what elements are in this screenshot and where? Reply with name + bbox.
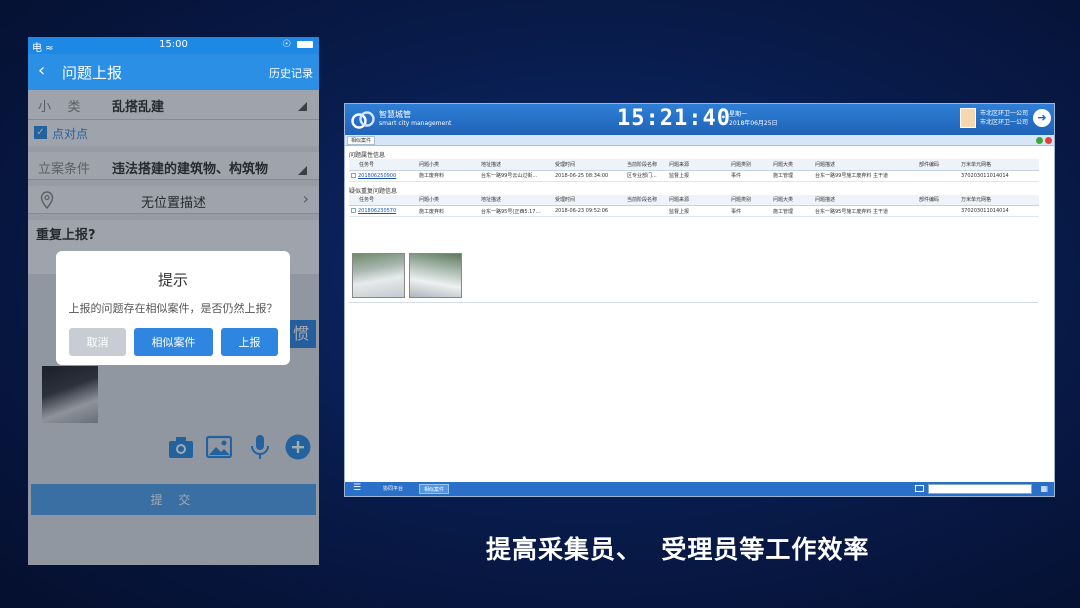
user-org-line2: 市北区环卫一公司 (979, 119, 1028, 126)
phone-nav-bar: ‹ 问题上报 历史记录 (28, 54, 319, 90)
content-divider (349, 302, 1038, 303)
problem-attributes-table: 任务号 问题小类 地址描述 受理时间 当前阶段名称 问题来源 问题类别 问题大类 问题描述 部件编… (349, 159, 1039, 182)
status-time: 15:00 (159, 39, 188, 50)
task-number-link[interactable]: 201806250900 (358, 173, 396, 179)
suspected-duplicates-table: 任务号 问题小类 地址描述 受理时间 当前阶段名称 问题来源 问题类别 问题大类 问题描述 部件编… (349, 194, 1039, 217)
condition-value: 违法搭建的建筑物、构筑物 (112, 162, 269, 177)
taskbar-tab-similar[interactable]: 相似案件 (419, 484, 450, 494)
table-row[interactable]: 201806250900 施工废弃料 台东一路99号云山过街... 2018-06-… (349, 170, 1039, 182)
weekday: 星期一 (729, 111, 748, 118)
task-number-link[interactable]: 201806230570 (358, 208, 396, 214)
location-value: 无位置描述 (140, 196, 206, 211)
dropdown-triangle-icon (298, 166, 307, 175)
table-row[interactable]: 201806230570 施工废弃料 台东一路95号(正西5.17... 2018-… (349, 205, 1039, 217)
history-link[interactable]: 历史记录 (269, 65, 313, 81)
attached-photo-thumbnail[interactable] (42, 366, 98, 423)
condition-row[interactable]: 立案条件 违法搭建的建筑物、构筑物 (28, 146, 319, 180)
phone-screen: 电 ≈ 15:00 ☉ ‹ 问题上报 历史记录 小 类 乱搭乱建 ✓ 点对点 立… (28, 37, 319, 565)
cancel-button[interactable]: 取消 (69, 328, 126, 356)
similar-cases-button[interactable]: 相似案件 (134, 328, 213, 356)
tab-similar-cases[interactable]: 相似案件 (347, 136, 376, 145)
section-problem-attributes: 问题属性信息 (349, 152, 386, 159)
date: 2018年06月25日 (729, 120, 778, 127)
desktop-window: 智慧城管 smart city management 15:21:40 星期一 … (344, 103, 1055, 497)
slide-caption: 提高采集员、 受理员等工作效率 (486, 535, 870, 564)
category-label: 小 类 (38, 100, 81, 115)
section-suspected-duplicates: 疑似重复问题信息 (349, 187, 398, 195)
logout-icon[interactable]: ➜ (1033, 109, 1051, 127)
dialog-title: 提示 (157, 271, 188, 289)
location-row[interactable]: 无位置描述 › (28, 180, 319, 214)
report-button[interactable]: 上报 (221, 328, 278, 356)
microphone-icon[interactable] (247, 434, 273, 460)
monitor-icon[interactable] (915, 485, 924, 492)
app-logo-icon (351, 111, 375, 129)
app-name: 智慧城管 (379, 110, 411, 119)
menu-icon[interactable]: ☰ (353, 483, 361, 493)
locate-label: 点对点 (52, 127, 89, 141)
category-row[interactable]: 小 类 乱搭乱建 (28, 90, 319, 120)
close-icon[interactable] (1045, 137, 1052, 144)
row-checkbox[interactable] (351, 208, 356, 213)
submit-button[interactable]: 提 交 (31, 484, 316, 515)
table-header-row: 任务号 问题小类 地址描述 受理时间 当前阶段名称 问题来源 问题类别 问题大类 问题描述 部件编… (349, 159, 1039, 171)
case-photo-1[interactable] (352, 253, 405, 298)
dialog-message: 上报的问题存在相似案件，是否仍然上报？ (68, 302, 278, 315)
taskbar-tab-collab[interactable]: 协同平台 (379, 484, 407, 494)
restore-icon[interactable] (1036, 137, 1043, 144)
back-icon[interactable]: ‹ (38, 60, 45, 81)
grid-apps-icon[interactable]: ▦ (1040, 484, 1048, 493)
similar-case-dialog: 提示 上报的问题存在相似案件，是否仍然上报？ 取消 相似案件 上报 (56, 251, 290, 365)
taskbar: ☰ 协同平台 相似案件 ▦ (345, 482, 1054, 496)
app-header: 智慧城管 smart city management 15:21:40 星期一 … (345, 104, 1054, 135)
add-icon[interactable] (285, 434, 311, 460)
battery-icon (297, 40, 313, 48)
row-checkbox[interactable] (351, 172, 356, 178)
window-tab-bar: 相似案件 (345, 135, 1054, 146)
case-photo-2[interactable] (409, 253, 462, 298)
page-title: 问题上报 (62, 64, 123, 82)
app-subtitle: smart city management (379, 120, 452, 127)
digital-clock: 15:21:40 (617, 106, 731, 131)
checkbox-checked-icon[interactable]: ✓ (34, 126, 47, 139)
category-value: 乱搭乱建 (112, 100, 165, 115)
dropdown-triangle-icon (298, 102, 307, 111)
repeat-label: 重复上报? (36, 228, 96, 243)
camera-icon[interactable] (168, 434, 194, 460)
phone-status-bar: 电 ≈ 15:00 ☉ (28, 37, 319, 54)
condition-label: 立案条件 (38, 162, 91, 177)
locate-row: ✓ 点对点 (28, 120, 319, 146)
chevron-right-icon: › (302, 189, 309, 208)
user-avatar[interactable] (960, 108, 976, 128)
table-header-row: 任务号 问题小类 地址描述 受理时间 当前阶段名称 问题来源 问题类别 问题大类 问题描述 部件编… (349, 194, 1039, 206)
location-icon: ☉ (282, 39, 291, 50)
user-org-line1: 市北区环卫一公司 (979, 110, 1028, 117)
image-icon[interactable] (206, 434, 232, 460)
taskbar-search-input[interactable] (928, 484, 1032, 494)
side-button[interactable]: 惯 (286, 320, 316, 348)
